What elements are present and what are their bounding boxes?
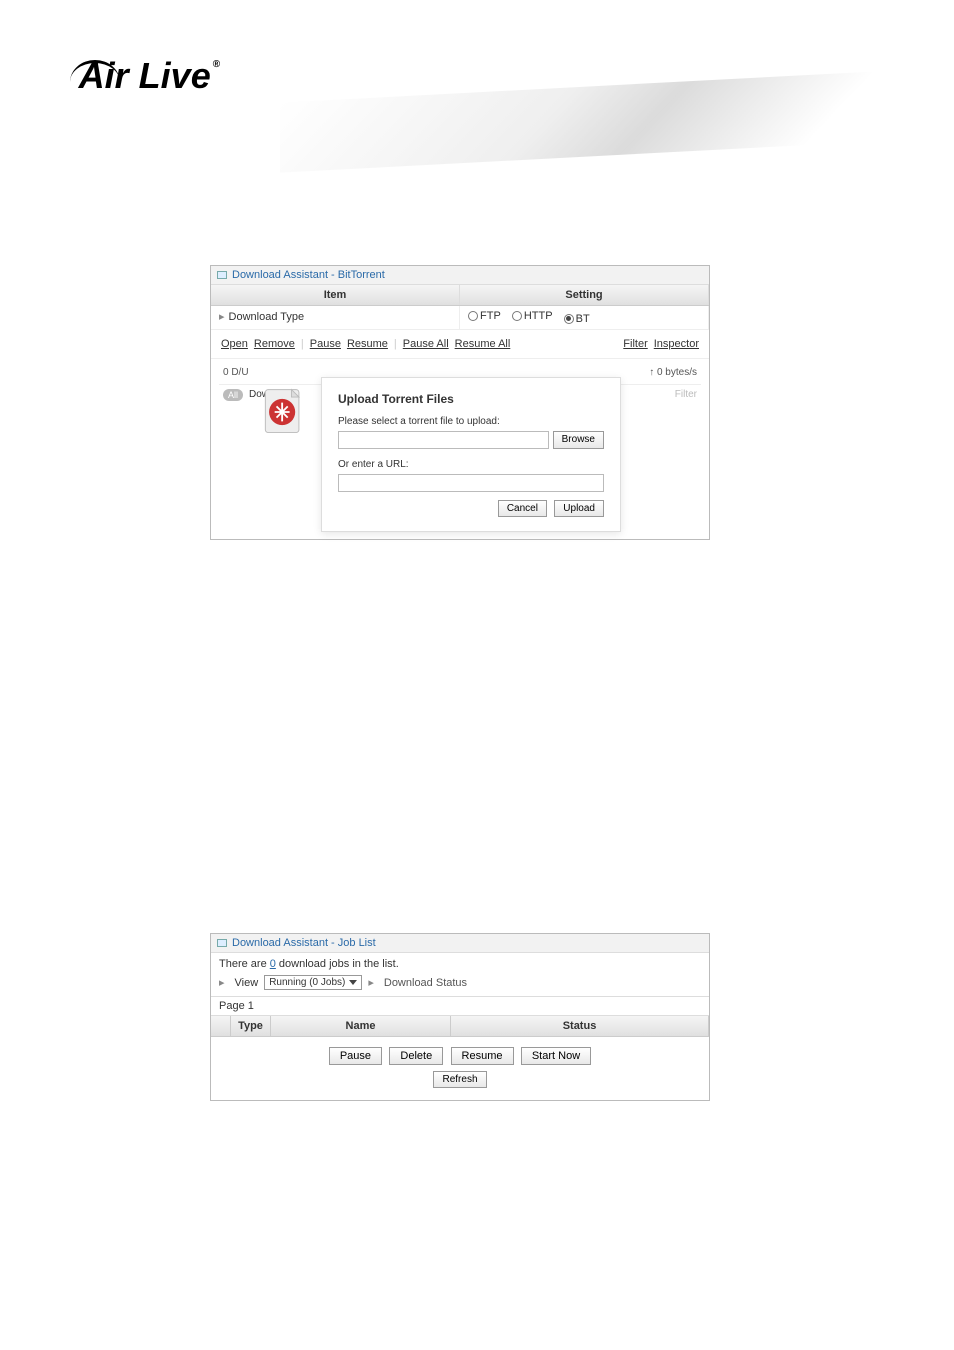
row-arrow-icon: ▸ <box>368 976 374 989</box>
download-status-link[interactable]: Download Status <box>384 977 467 989</box>
row-arrow-icon: ▸ <box>219 976 225 989</box>
download-type-setting: FTP HTTP BT <box>460 306 709 329</box>
col-name: Name <box>271 1016 451 1036</box>
panel-title-bar: Download Assistant - BitTorrent <box>211 266 709 285</box>
torrent-file-input[interactable] <box>338 431 549 449</box>
page: Air Live® Download Assistant - BitTorren… <box>0 0 954 1350</box>
col-item: Item <box>211 285 460 305</box>
toolbar-filter[interactable]: Filter <box>623 338 647 350</box>
col-checkbox <box>211 1016 231 1036</box>
panel-icon <box>217 271 227 279</box>
radio-http[interactable]: HTTP <box>512 310 553 322</box>
refresh-button[interactable]: Refresh <box>433 1071 486 1088</box>
toolbar-pause-all[interactable]: Pause All <box>403 338 449 350</box>
modal-file-line: Browse <box>338 431 604 449</box>
toolbar-remove[interactable]: Remove <box>254 338 295 350</box>
bt-row-badge: All <box>223 389 243 401</box>
download-type-label: ▸Download Type <box>211 306 460 329</box>
job-actions: Pause Delete Resume Start Now <box>211 1037 709 1071</box>
toolbar-open[interactable]: Open <box>221 338 248 350</box>
upload-torrent-modal: Upload Torrent Files Please select a tor… <box>321 377 621 532</box>
modal-actions: Cancel Upload <box>338 500 604 517</box>
delete-button[interactable]: Delete <box>389 1047 443 1065</box>
view-label: View <box>235 977 259 989</box>
toolbar-resume[interactable]: Resume <box>347 338 388 350</box>
panel-title-text: Download Assistant - Job List <box>232 937 376 949</box>
download-type-row: ▸Download Type FTP HTTP BT <box>211 306 709 330</box>
toolbar-pause[interactable]: Pause <box>310 338 341 350</box>
torrent-url-input[interactable] <box>338 474 604 492</box>
modal-url-label: Or enter a URL: <box>338 459 604 470</box>
logo-registered-mark: ® <box>213 59 220 70</box>
bt-stats-right: ↑ 0 bytes/s <box>649 367 697 378</box>
job-list-header: Type Name Status <box>211 1016 709 1037</box>
cancel-button[interactable]: Cancel <box>498 500 547 517</box>
browse-button[interactable]: Browse <box>553 431 604 449</box>
toolbar-sep: | <box>301 338 304 350</box>
upload-button[interactable]: Upload <box>554 500 604 517</box>
modal-select-label: Please select a torrent file to upload: <box>338 416 604 427</box>
brand-logo: Air Live® <box>70 55 218 97</box>
panel-title-text: Download Assistant - BitTorrent <box>232 269 385 281</box>
bt-stats-left: 0 D/U <box>223 367 249 378</box>
torrent-file-icon <box>256 384 312 440</box>
logo-dot-icon <box>92 61 98 67</box>
job-view-row: ▸ View Running (0 Jobs) ▸ Download Statu… <box>211 975 709 996</box>
col-setting: Setting <box>460 285 709 305</box>
header-swoosh <box>280 67 954 172</box>
bt-row-filter: Filter <box>675 389 697 400</box>
view-select[interactable]: Running (0 Jobs) <box>264 975 362 990</box>
toolbar-inspector[interactable]: Inspector <box>654 338 699 350</box>
settings-grid-header: Item Setting <box>211 285 709 306</box>
job-count-info: There are 0 download jobs in the list. <box>211 953 709 975</box>
col-status: Status <box>451 1016 709 1036</box>
resume-button[interactable]: Resume <box>451 1047 514 1065</box>
pause-button[interactable]: Pause <box>329 1047 382 1065</box>
bittorrent-panel: Download Assistant - BitTorrent Item Set… <box>210 265 710 540</box>
bt-toolbar: Open Remove | Pause Resume | Pause All R… <box>211 330 709 359</box>
radio-ftp[interactable]: FTP <box>468 310 501 322</box>
panel-title-bar: Download Assistant - Job List <box>211 934 709 953</box>
job-list-panel: Download Assistant - Job List There are … <box>210 933 710 1101</box>
toolbar-sep: | <box>394 338 397 350</box>
start-now-button[interactable]: Start Now <box>521 1047 591 1065</box>
dropdown-icon <box>349 980 357 985</box>
bt-body: 0 D/U ↑ 0 bytes/s All Down Filter Upload… <box>211 359 709 539</box>
toolbar-resume-all[interactable]: Resume All <box>455 338 511 350</box>
radio-bt[interactable]: BT <box>564 313 590 325</box>
panel-icon <box>217 939 227 947</box>
row-arrow-icon: ▸ <box>219 311 225 323</box>
modal-title: Upload Torrent Files <box>338 392 604 406</box>
job-refresh: Refresh <box>211 1071 709 1100</box>
col-type: Type <box>231 1016 271 1036</box>
page-indicator: Page 1 <box>211 996 709 1016</box>
